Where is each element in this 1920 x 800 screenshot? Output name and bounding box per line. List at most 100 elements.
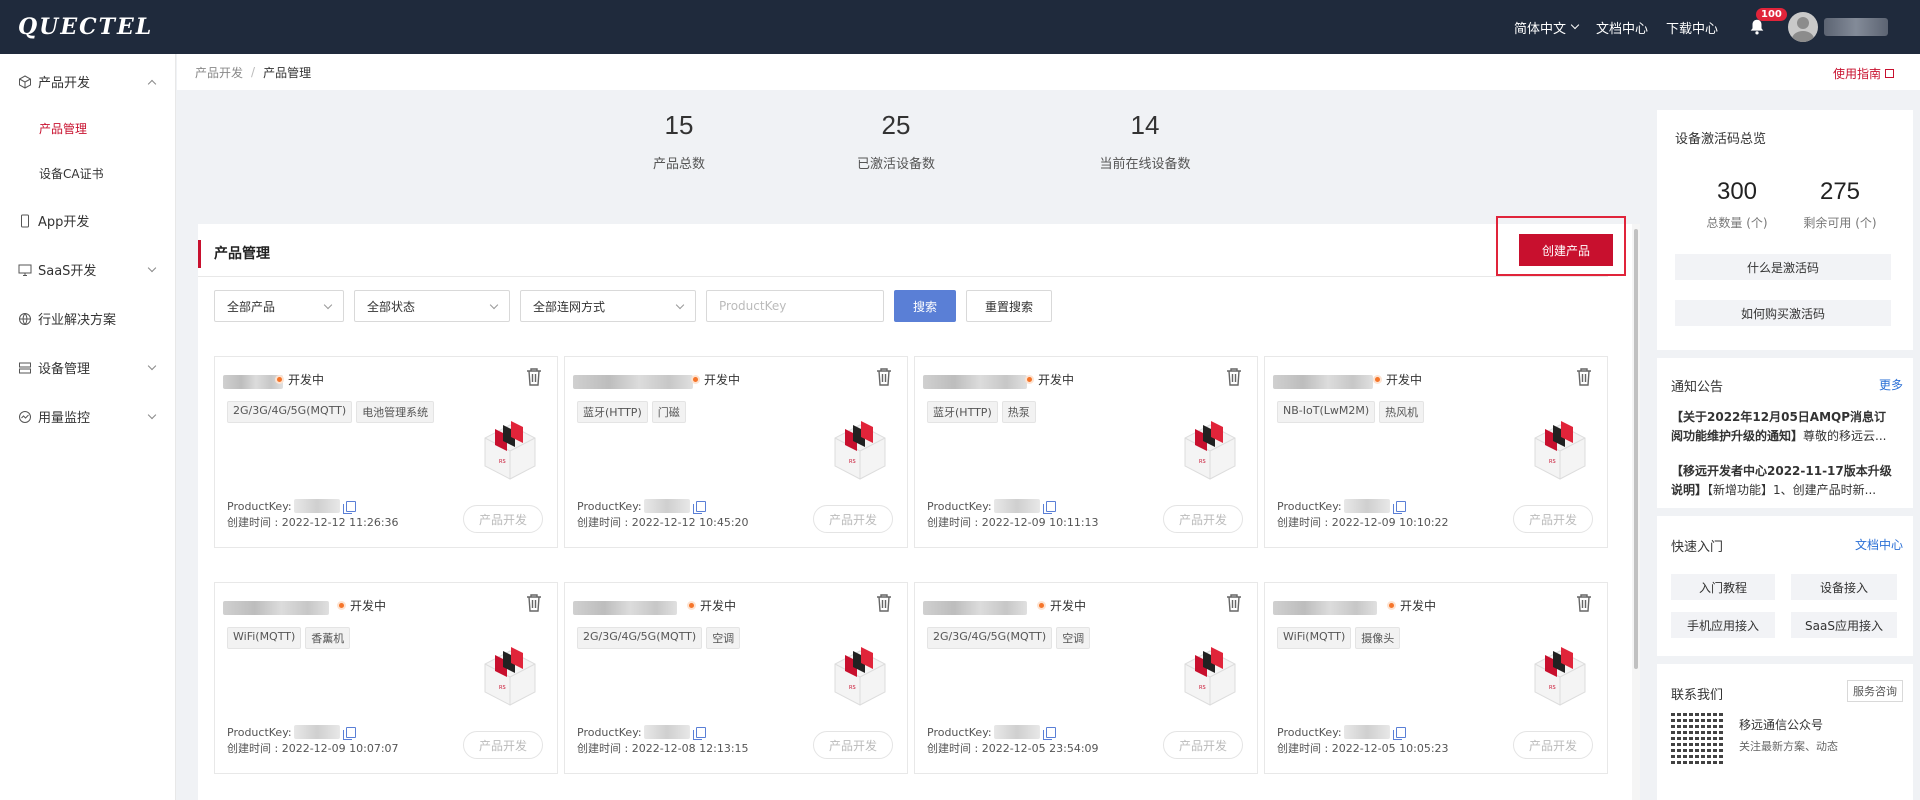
device-access-button[interactable]: 设备接入 (1791, 574, 1897, 600)
product-card[interactable]: 开发中 2G/3G/4G/5G(MQTT) 电池管理系统 RS ProductKey: 创… (214, 356, 558, 548)
how-to-buy-code-button[interactable]: 如何购买激活码 (1675, 300, 1891, 326)
sidebar-item-industry-solutions[interactable]: 行业解决方案 (0, 294, 175, 343)
reset-search-button[interactable]: 重置搜索 (966, 290, 1052, 322)
trash-icon[interactable] (1575, 593, 1593, 613)
notice-more-link[interactable]: 更多 (1879, 376, 1903, 393)
product-filter-select[interactable]: 全部产品 (214, 290, 344, 322)
user-guide-link[interactable]: 使用指南 (1833, 65, 1894, 82)
sidebar-item-saas-dev[interactable]: SaaS开发 (0, 245, 175, 294)
saas-app-access-button[interactable]: SaaS应用接入 (1791, 612, 1897, 638)
trash-icon[interactable] (875, 367, 893, 387)
trash-icon[interactable] (1225, 593, 1243, 613)
svg-text:RS: RS (849, 459, 856, 465)
copy-icon[interactable] (342, 726, 356, 740)
product-dev-button[interactable]: 产品开发 (813, 505, 893, 533)
status-badge: 开发中 (689, 597, 736, 614)
quectel-logo[interactable]: QUECTEL (18, 14, 153, 40)
product-card[interactable]: 开发中 2G/3G/4G/5G(MQTT) 空调 RS ProductKey: 创建时间 … (564, 582, 908, 774)
product-dev-button[interactable]: 产品开发 (463, 505, 543, 533)
copy-icon[interactable] (1042, 726, 1056, 740)
notice-item[interactable]: 【关于2022年12月05日AMQP消息订阅功能维护升级的通知】尊敬的移远云..… (1671, 408, 1897, 446)
product-card[interactable]: 开发中 WiFi(MQTT) 摄像头 RS ProductKey: 创建时间 : 2022… (1264, 582, 1608, 774)
status-label: 开发中 (704, 373, 741, 387)
trash-icon[interactable] (525, 367, 543, 387)
chevron-down-icon (147, 263, 157, 273)
product-card[interactable]: 开发中 蓝牙(HTTP) 门磁 RS ProductKey: 创建时间 : 2022-12… (564, 356, 908, 548)
top-nav-links: 简体中文 文档中心 下载中心 100 (1513, 8, 1920, 42)
product-dev-button[interactable]: 产品开发 (813, 731, 893, 759)
product-name-redacted[interactable] (573, 601, 677, 615)
quickstart-docs-link[interactable]: 文档中心 (1855, 536, 1903, 553)
gauge-icon (18, 410, 32, 424)
product-key-row: ProductKey: (1277, 499, 1406, 514)
language-label: 简体中文 (1513, 21, 1566, 37)
product-cube-icon: RS (481, 419, 539, 481)
product-card[interactable]: 开发中 蓝牙(HTTP) 热泵 RS ProductKey: 创建时间 : 2022-12… (914, 356, 1258, 548)
sidebar-item-device-management[interactable]: 设备管理 (0, 343, 175, 392)
sidebar-item-device-ca-cert[interactable]: 设备CA证书 (0, 151, 175, 196)
stat-label: 已激活设备数 (856, 157, 935, 172)
product-tag: 蓝牙(HTTP) (927, 401, 998, 423)
breadcrumb-parent[interactable]: 产品开发 (195, 64, 243, 81)
create-product-button[interactable]: 创建产品 (1519, 234, 1613, 266)
status-dot-icon (1027, 377, 1032, 382)
sidebar-item-label: 产品开发 (38, 76, 91, 91)
product-key-redacted (293, 725, 340, 739)
sidebar-item-app-dev[interactable]: App开发 (0, 196, 175, 245)
stat-remaining-codes: 275 剩余可用 (个) (1795, 178, 1885, 231)
copy-icon[interactable] (1392, 500, 1406, 514)
product-name-redacted[interactable] (1273, 601, 1377, 615)
product-dev-button[interactable]: 产品开发 (463, 731, 543, 759)
product-name-redacted[interactable] (223, 375, 283, 389)
sidebar-item-product-management[interactable]: 产品管理 (0, 106, 175, 151)
copy-icon[interactable] (692, 726, 706, 740)
product-dev-button[interactable]: 产品开发 (1513, 731, 1593, 759)
what-is-activation-code-button[interactable]: 什么是激活码 (1675, 254, 1891, 280)
search-button[interactable]: 搜索 (894, 290, 956, 322)
panel-title: 产品管理 (198, 240, 270, 268)
product-name-redacted[interactable] (923, 375, 1027, 389)
product-card[interactable]: 开发中 2G/3G/4G/5G(MQTT) 空调 RS ProductKey: 创建时间 … (914, 582, 1258, 774)
notification-button[interactable]: 100 (1746, 8, 1787, 38)
scrollbar-thumb[interactable] (1634, 229, 1638, 669)
copy-icon[interactable] (342, 500, 356, 514)
svg-text:RS: RS (499, 685, 506, 691)
product-name-redacted[interactable] (223, 601, 329, 615)
service-consult-button[interactable]: 服务咨询 (1847, 680, 1903, 702)
network-filter-select[interactable]: 全部连网方式 (520, 290, 696, 322)
chevron-down-icon (1570, 20, 1580, 30)
download-center-link[interactable]: 下载中心 (1666, 18, 1718, 37)
copy-icon[interactable] (692, 500, 706, 514)
productkey-input[interactable] (706, 290, 884, 322)
product-card[interactable]: 开发中 NB-IoT(LwM2M) 热风机 RS ProductKey: 创建时间 : 2… (1264, 356, 1608, 548)
username-redacted[interactable] (1824, 18, 1888, 36)
product-key-label: ProductKey: (1277, 725, 1342, 739)
product-name-redacted[interactable] (923, 601, 1027, 615)
status-filter-select[interactable]: 全部状态 (354, 290, 510, 322)
stat-value: 275 (1819, 178, 1861, 205)
trash-icon[interactable] (1225, 367, 1243, 387)
user-avatar[interactable] (1788, 12, 1818, 42)
product-dev-button[interactable]: 产品开发 (1163, 505, 1243, 533)
copy-icon[interactable] (1392, 726, 1406, 740)
product-dev-button[interactable]: 产品开发 (1513, 505, 1593, 533)
product-name-redacted[interactable] (1273, 375, 1373, 389)
tutorial-button[interactable]: 入门教程 (1671, 574, 1775, 600)
copy-icon[interactable] (1042, 500, 1056, 514)
sidebar-item-product-dev[interactable]: 产品开发 (0, 57, 175, 106)
mobile-app-access-button[interactable]: 手机应用接入 (1671, 612, 1775, 638)
product-name-redacted[interactable] (573, 375, 693, 389)
notice-item[interactable]: 【移远开发者中心2022-11-17版本升级说明】【新增功能】1、创建产品时新.… (1671, 462, 1897, 500)
trash-icon[interactable] (1575, 367, 1593, 387)
product-tags: 2G/3G/4G/5G(MQTT) 空调 (577, 627, 744, 649)
trash-icon[interactable] (875, 593, 893, 613)
sidebar: 产品开发 产品管理 设备CA证书 App开发 SaaS开发 行业解决方案 设备管… (0, 54, 176, 800)
trash-icon[interactable] (525, 593, 543, 613)
docs-center-link[interactable]: 文档中心 (1596, 18, 1648, 37)
language-selector[interactable]: 简体中文 (1513, 18, 1580, 37)
product-dev-button[interactable]: 产品开发 (1163, 731, 1243, 759)
product-card[interactable]: 开发中 WiFi(MQTT) 香薰机 RS ProductKey: 创建时间 : 2022… (214, 582, 558, 774)
stat-label: 剩余可用 (个) (1803, 216, 1877, 230)
chevron-down-icon (147, 410, 157, 420)
sidebar-item-usage-monitoring[interactable]: 用量监控 (0, 392, 175, 441)
